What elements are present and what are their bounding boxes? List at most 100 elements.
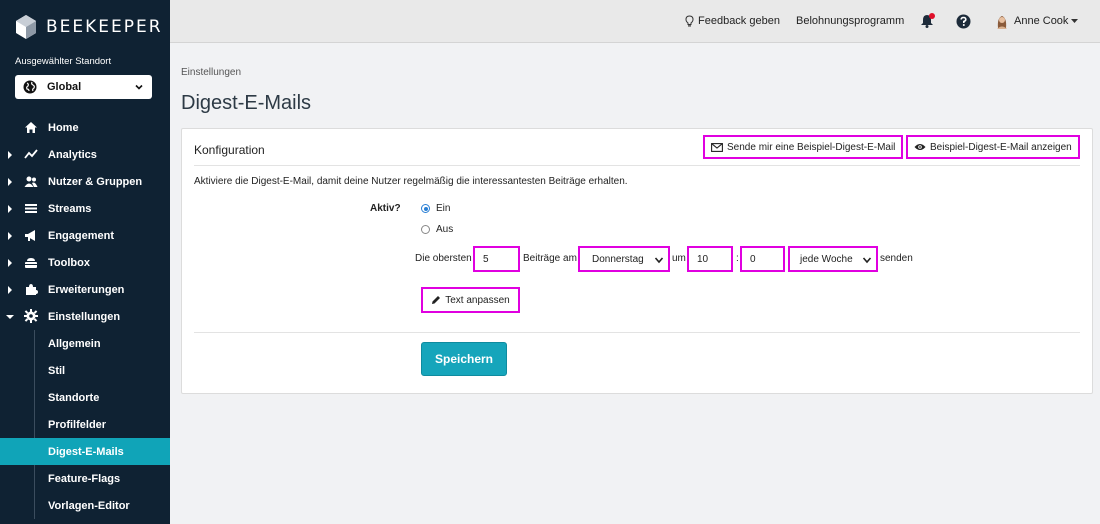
caret-right-icon — [8, 178, 12, 186]
sidebar-item-label: Streams — [48, 202, 92, 215]
avatar — [997, 16, 1007, 29]
radio-off[interactable]: Aus — [421, 224, 453, 235]
help-icon — [956, 14, 971, 28]
minute-input[interactable]: 0 — [740, 246, 785, 272]
description-text: Aktiviere die Digest-E-Mail, damit deine… — [194, 176, 628, 187]
caret-right-icon — [8, 151, 12, 159]
radio-on-indicator[interactable] — [421, 204, 430, 213]
radio-on[interactable]: Ein — [421, 203, 450, 214]
users-icon — [24, 176, 38, 187]
globe-icon — [23, 80, 37, 94]
weekday-select[interactable]: Donnerstag — [578, 246, 670, 272]
send-sample-button[interactable]: Sende mir eine Beispiel-Digest-E-Mail — [703, 135, 904, 159]
hour-value: 10 — [697, 253, 709, 265]
sidebar-item-label: Toolbox — [48, 256, 90, 269]
caret-right-icon — [8, 259, 12, 267]
sidebar-item-label: Erweiterungen — [48, 283, 125, 296]
gear-icon — [24, 309, 38, 323]
sentence-at: um — [672, 253, 686, 264]
brand-logo[interactable]: BEEKEEPER — [15, 14, 163, 40]
user-menu[interactable]: Anne Cook — [994, 0, 1082, 42]
sidebar-subitem-label: Standorte — [48, 391, 100, 404]
save-button[interactable]: Speichern — [421, 342, 507, 376]
card-title: Konfiguration — [194, 143, 265, 157]
sidebar-item-engagement[interactable]: Engagement — [0, 222, 170, 249]
sidebar: BEEKEEPER Ausgewählter Standort Global H… — [0, 0, 170, 524]
sentence-suffix: senden — [880, 253, 913, 264]
sidebar-item-toolbox[interactable]: Toolbox — [0, 249, 170, 276]
home-icon — [25, 122, 37, 133]
sidebar-subitem-digest-emails[interactable]: Digest-E-Mails — [0, 438, 170, 465]
feedback-label: Feedback geben — [698, 15, 780, 27]
weekday-value: Donnerstag — [592, 253, 644, 265]
sidebar-subitem-label: Feature-Flags — [48, 472, 121, 485]
send-sample-label: Sende mir eine Beispiel-Digest-E-Mail — [727, 141, 896, 153]
sidebar-subitem-profile-fields[interactable]: Profilfelder — [0, 411, 170, 438]
radio-off-indicator[interactable] — [421, 225, 430, 234]
location-label: Ausgewählter Standort — [15, 56, 112, 67]
sentence-posts-on: Beiträge am — [523, 253, 577, 264]
sidebar-item-label: Engagement — [48, 229, 115, 242]
user-name: Anne Cook — [1014, 15, 1069, 27]
sidebar-item-extensions[interactable]: Erweiterungen — [0, 276, 170, 303]
sidebar-item-label: Einstellungen — [48, 310, 121, 323]
sentence-colon: : — [736, 253, 739, 264]
location-value: Global — [47, 81, 82, 93]
sidebar-subitem-label: Vorlagen-Editor — [48, 499, 130, 512]
hour-input[interactable]: 10 — [687, 246, 733, 272]
show-sample-label: Beispiel-Digest-E-Mail anzeigen — [930, 141, 1072, 153]
puzzle-icon — [26, 284, 38, 295]
rewards-label: Belohnungsprogramm — [796, 15, 905, 27]
page-title: Digest-E-Mails — [181, 92, 312, 114]
divider — [194, 165, 1080, 166]
sentence-prefix: Die obersten — [415, 253, 472, 264]
frequency-select[interactable]: jede Woche — [788, 246, 878, 272]
top-bar: Feedback geben Belohnungsprogramm Anne C… — [170, 0, 1100, 43]
sidebar-item-analytics[interactable]: Analytics — [0, 141, 170, 168]
show-sample-button[interactable]: Beispiel-Digest-E-Mail anzeigen — [906, 135, 1080, 159]
chevron-down-icon — [862, 257, 872, 264]
sidebar-subitem-general[interactable]: Allgemein — [0, 330, 170, 357]
lightbulb-icon — [685, 15, 694, 27]
frequency-value: jede Woche — [800, 253, 853, 265]
post-count-value: 5 — [483, 253, 489, 265]
caret-down-icon — [6, 315, 14, 319]
divider — [194, 332, 1080, 333]
sidebar-item-streams[interactable]: Streams — [0, 195, 170, 222]
sidebar-subitem-style[interactable]: Stil — [0, 357, 170, 384]
caret-right-icon — [8, 232, 12, 240]
active-label: Aktiv? — [370, 203, 401, 214]
sidebar-subitem-locations[interactable]: Standorte — [0, 384, 170, 411]
rewards-link[interactable]: Belohnungsprogramm — [796, 0, 904, 42]
sidebar-subitem-label: Stil — [48, 364, 66, 377]
help-button[interactable] — [956, 0, 975, 42]
chevron-down-icon — [654, 257, 664, 264]
sidebar-item-home[interactable]: Home — [0, 114, 170, 141]
sidebar-subitem-feature-flags[interactable]: Feature-Flags — [0, 465, 170, 492]
configuration-card: Konfiguration Sende mir eine Beispiel-Di… — [181, 128, 1093, 394]
sidebar-item-label: Nutzer & Gruppen — [48, 175, 143, 188]
sidebar-item-settings[interactable]: Einstellungen — [0, 303, 170, 330]
location-select[interactable]: Global — [15, 75, 152, 99]
notifications-button[interactable] — [920, 0, 940, 42]
minute-value: 0 — [750, 253, 756, 265]
sidebar-subitem-label: Allgemein — [48, 337, 101, 350]
sidebar-item-users[interactable]: Nutzer & Gruppen — [0, 168, 170, 195]
feedback-link[interactable]: Feedback geben — [685, 0, 780, 42]
sidebar-subitem-label: Digest-E-Mails — [48, 445, 124, 458]
sidebar-item-label: Home — [48, 121, 79, 134]
toolbox-icon — [25, 258, 37, 268]
post-count-input[interactable]: 5 — [473, 246, 520, 272]
edit-text-button[interactable]: Text anpassen — [421, 287, 520, 313]
caret-down-icon — [1071, 18, 1079, 23]
eye-icon — [914, 144, 926, 150]
caret-right-icon — [8, 205, 12, 213]
radio-off-label: Aus — [436, 224, 454, 235]
pencil-icon — [432, 296, 441, 304]
sidebar-subitem-template-editor[interactable]: Vorlagen-Editor — [0, 492, 170, 519]
breadcrumb[interactable]: Einstellungen — [181, 67, 241, 78]
analytics-icon — [24, 149, 38, 159]
megaphone-icon — [25, 230, 35, 241]
chevron-down-icon — [135, 84, 143, 90]
beekeeper-logo-icon — [16, 15, 36, 39]
